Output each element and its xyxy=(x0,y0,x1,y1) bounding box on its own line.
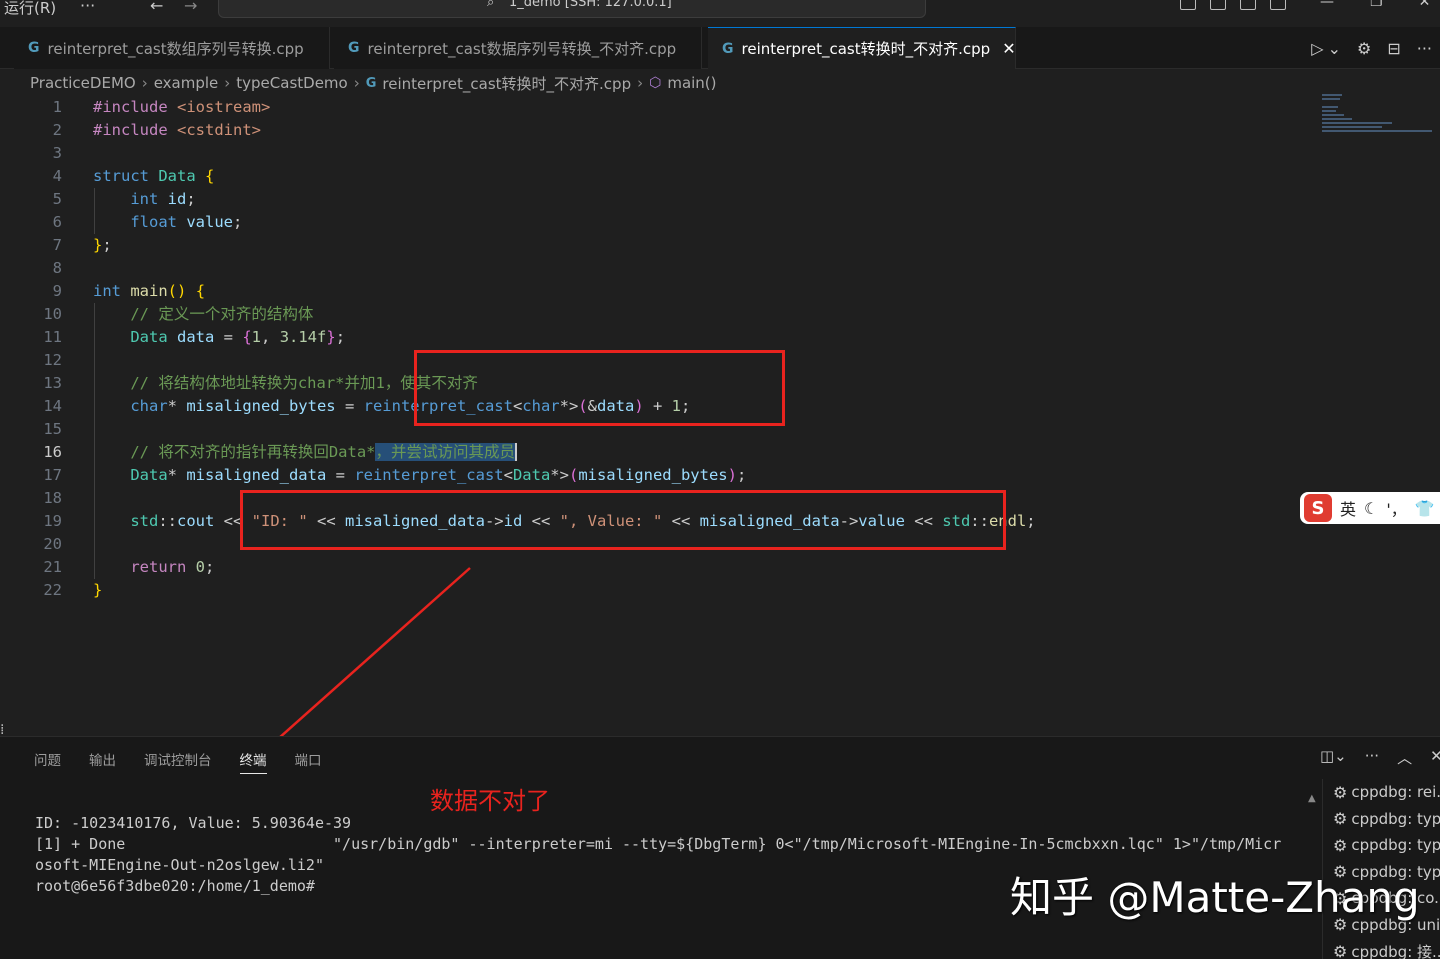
back-arrow-icon[interactable]: ← xyxy=(150,0,163,15)
scroll-up-icon[interactable]: ▲ xyxy=(1308,793,1316,804)
highlight-box-output xyxy=(240,490,1006,550)
close-panel-icon[interactable]: ✕ xyxy=(1430,747,1440,768)
code-line: 1 #include <iostream> xyxy=(52,98,271,116)
terminal-list-item[interactable]: ⚙cppdbg: rei... xyxy=(1323,779,1440,806)
window-controls: — ❐ ✕ xyxy=(1320,0,1430,10)
code-line: 9 int main() { xyxy=(52,282,206,300)
sogou-logo-icon: S xyxy=(1304,494,1332,522)
title-bar: 运行(R) ··· ← → ⌕ 1_demo [SSH: 127.0.0.1] … xyxy=(0,0,1440,22)
cpp-file-icon: G xyxy=(28,40,40,56)
chevron-right-icon: › xyxy=(141,74,148,92)
terminal-line: [1] + Done "/usr/bin/gdb" --interpreter=… xyxy=(35,835,1282,853)
tab-label: reinterpret_cast转换时_不对齐.cpp xyxy=(741,40,991,58)
restore-icon[interactable]: ❐ xyxy=(1370,0,1383,10)
panel-actions: ◫⌄ ··· ︿ ✕ xyxy=(1320,747,1440,768)
editor-tab-bar: G reinterpret_cast数组序列号转换.cpp G reinterp… xyxy=(0,27,1440,69)
settings-icon[interactable]: ⚙ xyxy=(1357,39,1371,58)
annotation-text: 数据不对了 xyxy=(430,787,550,815)
bottom-panel: 问题 输出 调试控制台 终端 端口 ◫⌄ ··· ︿ ✕ 数据不对了 ▲ ID:… xyxy=(0,736,1440,959)
close-window-icon[interactable]: ✕ xyxy=(1419,0,1431,10)
ime-mode[interactable]: 英 xyxy=(1340,496,1356,520)
split-editor-icon[interactable]: ⊟ xyxy=(1387,39,1400,58)
run-dropdown-icon[interactable]: ⌄ xyxy=(1328,39,1341,58)
breadcrumb: PracticeDEMO › example › typeCastDemo › … xyxy=(30,72,717,94)
search-icon: ⌕ xyxy=(487,0,495,10)
watermark: 知乎 @Matte-Zhang xyxy=(1010,873,1420,922)
symbol-method-icon: ⬡ xyxy=(649,75,662,91)
code-line: 10 // 定义一个对齐的结构体 xyxy=(43,305,314,323)
code-line: 16 // 将不对齐的指针再转换回Data*，并尝试访问其成员 xyxy=(43,443,517,461)
menu-run[interactable]: 运行(R) xyxy=(4,0,56,18)
tab-terminal[interactable]: 终端 xyxy=(239,749,267,774)
debug-gear-icon: ⚙ xyxy=(1333,809,1348,829)
editor-actions: ▷ ⌄ ⚙ ⊟ ··· xyxy=(1311,27,1440,69)
layout-controls xyxy=(1180,0,1286,10)
cpp-file-icon: G xyxy=(722,40,734,57)
code-line: 22} xyxy=(43,581,103,599)
customize-layout-icon[interactable] xyxy=(1270,0,1286,10)
cpp-file-icon: G xyxy=(365,75,377,91)
tab-cast-unaligned[interactable]: G reinterpret_cast转换时_不对齐.cpp ✕ xyxy=(708,27,1016,69)
terminal-line: ID: -1023410176, Value: 5.90364e-39 xyxy=(35,814,352,832)
code-line: 2 #include <cstdint> xyxy=(52,121,261,139)
code-line: 8 xyxy=(52,259,62,277)
menu-more-icon[interactable]: ··· xyxy=(80,0,95,15)
debug-gear-icon: ⚙ xyxy=(1333,835,1348,855)
terminal-list-item[interactable]: ⚙ cppdbg: 接... xyxy=(1323,938,1440,959)
debug-gear-icon: ⚙ xyxy=(1333,782,1348,802)
breadcrumb-item[interactable]: typeCastDemo xyxy=(236,74,347,92)
run-icon[interactable]: ▷ xyxy=(1311,39,1323,58)
minimap[interactable] xyxy=(1322,94,1440,154)
shirt-icon[interactable]: 👕 xyxy=(1415,499,1435,518)
forward-arrow-icon[interactable]: → xyxy=(184,0,197,15)
more-actions-icon[interactable]: ··· xyxy=(1417,39,1432,58)
panel-tabs: 问题 输出 调试控制台 终端 端口 xyxy=(34,749,322,774)
toggle-panel-icon[interactable] xyxy=(1210,0,1226,10)
punctuation-icon[interactable]: '， xyxy=(1386,496,1406,520)
more-actions-icon[interactable]: ··· xyxy=(1365,747,1379,768)
command-center-label: 1_demo [SSH: 127.0.0.1] xyxy=(509,0,672,10)
tab-output[interactable]: 输出 xyxy=(89,749,116,774)
tab-debug-console[interactable]: 调试控制台 xyxy=(144,749,212,774)
code-line: 3 xyxy=(52,144,62,162)
chevron-right-icon: › xyxy=(637,74,644,92)
code-line: 4 struct Data { xyxy=(52,167,215,185)
code-line: 6 float value; xyxy=(52,213,243,231)
close-tab-icon[interactable]: ✕ xyxy=(1002,39,1015,58)
code-line: 17 Data* misaligned_data = reinterpret_c… xyxy=(43,466,747,484)
tab-array-serial[interactable]: G reinterpret_cast数组序列号转换.cpp xyxy=(14,27,330,69)
code-line: 7}; xyxy=(52,236,112,254)
tab-data-serial-unaligned[interactable]: G reinterpret_cast数据序列号转换_不对齐.cpp xyxy=(334,27,702,69)
code-line: 21 return 0; xyxy=(43,558,215,576)
cpp-file-icon: G xyxy=(348,40,360,56)
code-line: 11 Data data = {1, 3.14f}; xyxy=(43,328,346,346)
toggle-sidebar-icon[interactable] xyxy=(1180,0,1196,10)
moon-icon[interactable]: ☾ xyxy=(1364,499,1378,518)
breadcrumb-item[interactable]: reinterpret_cast转换时_不对齐.cpp xyxy=(382,73,631,94)
tab-label: reinterpret_cast数据序列号转换_不对齐.cpp xyxy=(367,39,677,58)
chevron-right-icon: › xyxy=(224,74,231,92)
highlight-box-cast xyxy=(414,350,785,426)
terminal-list-item[interactable]: ⚙cppdbg: typ... xyxy=(1323,832,1440,859)
minimize-icon[interactable]: — xyxy=(1320,0,1334,10)
terminal-list-item[interactable]: ⚙cppdbg: typ... xyxy=(1323,806,1440,833)
breadcrumb-item[interactable]: main() xyxy=(667,74,716,92)
tab-label: reinterpret_cast数组序列号转换.cpp xyxy=(47,39,304,58)
split-terminal-icon[interactable]: ◫⌄ xyxy=(1320,747,1347,768)
breadcrumb-item[interactable]: PracticeDEMO xyxy=(30,74,136,92)
tab-problems[interactable]: 问题 xyxy=(34,749,61,774)
maximize-panel-icon[interactable]: ︿ xyxy=(1397,747,1412,768)
chevron-right-icon: › xyxy=(353,74,360,92)
debug-gear-icon: ⚙ xyxy=(1333,941,1348,959)
ime-toolbar[interactable]: S 英 ☾ '， 👕 xyxy=(1300,492,1440,524)
tab-ports[interactable]: 端口 xyxy=(295,749,322,774)
toggle-secondary-sidebar-icon[interactable] xyxy=(1240,0,1256,10)
code-line: 5 int id; xyxy=(52,190,196,208)
command-center[interactable]: ⌕ 1_demo [SSH: 127.0.0.1] xyxy=(218,0,926,18)
breadcrumb-item[interactable]: example xyxy=(154,74,219,92)
